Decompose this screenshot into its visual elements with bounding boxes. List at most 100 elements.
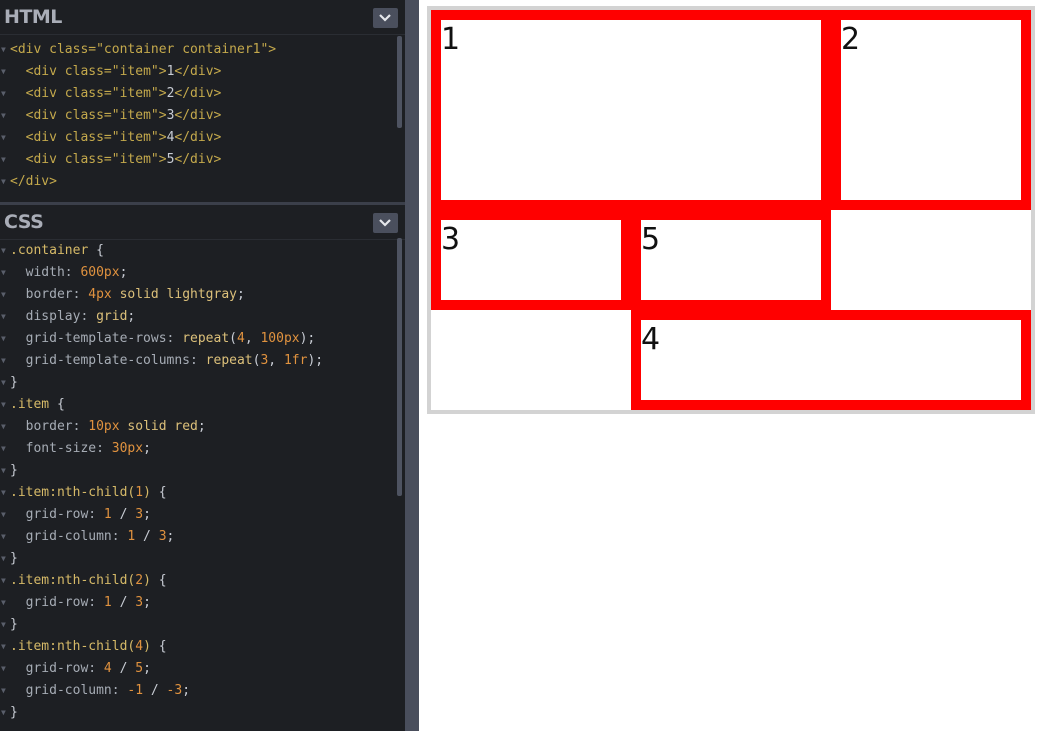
- code-token-prop: grid-row:: [10, 661, 104, 676]
- code-tag: </div>: [10, 174, 57, 189]
- fold-arrow-icon[interactable]: ▼: [1, 328, 6, 350]
- code-string: "container container1": [96, 42, 269, 57]
- fold-arrow-icon[interactable]: ▼: [1, 702, 6, 724]
- code-token-punc: }: [10, 463, 18, 478]
- code-token-sel: .item:nth-child(: [10, 573, 136, 588]
- css-code-line: ▼ .item {: [0, 394, 396, 416]
- fold-arrow-icon[interactable]: ▼: [1, 39, 6, 61]
- code-tag: <div: [25, 86, 57, 101]
- code-token-punc: {: [150, 485, 167, 500]
- css-editor-scrollbar[interactable]: [397, 238, 402, 496]
- fold-arrow-icon[interactable]: ▼: [1, 526, 6, 548]
- code-token-sel: ): [143, 573, 151, 588]
- css-code-line: ▼}: [0, 548, 396, 570]
- code-token-prop: width:: [10, 265, 81, 280]
- fold-arrow-icon[interactable]: ▼: [1, 306, 6, 328]
- code-token-punc: ;: [166, 529, 175, 544]
- fold-arrow-icon[interactable]: ▼: [1, 482, 6, 504]
- fold-arrow-icon[interactable]: ▼: [1, 149, 6, 171]
- code-token-punc: /: [143, 683, 167, 698]
- fold-arrow-icon[interactable]: ▼: [1, 636, 6, 658]
- code-token-punc: ;: [119, 265, 128, 280]
- css-code-line: ▼ .container {: [0, 240, 396, 262]
- html-editor-scrollbar[interactable]: [397, 36, 402, 128]
- code-token-sel: ): [143, 639, 151, 654]
- code-attribute: class=: [56, 130, 112, 145]
- code-token-num: -1: [127, 683, 144, 698]
- pane-resize-divider[interactable]: [405, 0, 419, 731]
- html-code-line: ▼ <div class="item">1</div>: [0, 61, 396, 83]
- css-code-line: ▼ border: 10px solid red;: [0, 416, 396, 438]
- code-token-punc: );: [299, 331, 316, 346]
- code-token-punc: }: [10, 617, 18, 632]
- code-tag: >: [158, 152, 167, 167]
- css-code-line: ▼ border: 4px solid lightgray;: [0, 284, 396, 306]
- grid-container: 1 2 3 4 5: [427, 6, 1035, 414]
- code-attribute: class=: [56, 152, 112, 167]
- fold-arrow-icon[interactable]: ▼: [1, 61, 6, 83]
- code-string: "item": [111, 130, 159, 145]
- fold-arrow-icon[interactable]: ▼: [1, 460, 6, 482]
- fold-arrow-icon[interactable]: ▼: [1, 570, 6, 592]
- code-editor-panel: HTML ▼ <div class="container container1">…: [0, 0, 405, 731]
- code-token-punc: }: [10, 375, 18, 390]
- fold-arrow-icon[interactable]: ▼: [1, 592, 6, 614]
- html-collapse-button[interactable]: [373, 8, 398, 28]
- html-pane-header: HTML: [0, 0, 405, 35]
- html-code-line: ▼ <div class="item">3</div>: [0, 105, 396, 127]
- code-tag: </div>: [174, 152, 222, 167]
- fold-arrow-icon[interactable]: ▼: [1, 504, 6, 526]
- code-token-sel: .item:nth-child(: [10, 639, 136, 654]
- code-tag: <div: [10, 42, 42, 57]
- code-token-punc: ;: [182, 683, 191, 698]
- code-attribute: class=: [41, 42, 97, 57]
- css-code-line: ▼ .item:nth-child(2) {: [0, 570, 396, 592]
- code-token-prop: grid-row:: [10, 595, 104, 610]
- code-token-punc: ;: [143, 507, 151, 522]
- fold-arrow-icon[interactable]: ▼: [1, 394, 6, 416]
- css-pane-header: CSS: [0, 202, 405, 240]
- fold-arrow-icon[interactable]: ▼: [1, 240, 6, 262]
- css-collapse-button[interactable]: [373, 213, 398, 233]
- code-token-kw: repeat: [205, 353, 253, 368]
- code-token-prop: grid-row:: [10, 507, 104, 522]
- code-string: "item": [111, 152, 159, 167]
- code-string: "item": [111, 86, 159, 101]
- fold-arrow-icon[interactable]: ▼: [1, 83, 6, 105]
- css-code-line: ▼ grid-row: 4 / 5;: [0, 658, 396, 680]
- fold-arrow-icon[interactable]: ▼: [1, 658, 6, 680]
- fold-arrow-icon[interactable]: ▼: [1, 284, 6, 306]
- css-code-line: ▼}: [0, 702, 396, 724]
- fold-arrow-icon[interactable]: ▼: [1, 171, 6, 193]
- grid-item-2: 2: [831, 10, 1031, 210]
- fold-arrow-icon[interactable]: ▼: [1, 350, 6, 372]
- css-code-editor[interactable]: ▼ .container {▼ width: 600px; ▼ border: 4p…: [0, 240, 396, 731]
- code-token-num: 4: [236, 331, 245, 346]
- html-code-editor[interactable]: ▼ <div class="container container1"> ▼ <di…: [0, 39, 396, 199]
- fold-arrow-icon[interactable]: ▼: [1, 614, 6, 636]
- fold-arrow-icon[interactable]: ▼: [1, 548, 6, 570]
- html-code-line: ▼ <div class="item">5</div>: [0, 149, 396, 171]
- fold-arrow-icon[interactable]: ▼: [1, 680, 6, 702]
- code-token-kw: solid red: [119, 419, 198, 434]
- html-pane-title: HTML: [4, 6, 62, 28]
- code-token-num: 4: [103, 661, 112, 676]
- fold-arrow-icon[interactable]: ▼: [1, 105, 6, 127]
- fold-arrow-icon[interactable]: ▼: [1, 438, 6, 460]
- fold-arrow-icon[interactable]: ▼: [1, 127, 6, 149]
- code-token-num: 3: [158, 529, 167, 544]
- grid-item-5: 5: [631, 210, 831, 310]
- code-token-num: 1: [103, 507, 112, 522]
- css-code-line: ▼ grid-row: 1 / 3;: [0, 504, 396, 526]
- fold-arrow-icon[interactable]: ▼: [1, 372, 6, 394]
- css-code-line: ▼ .item:nth-child(1) {: [0, 482, 396, 504]
- fold-arrow-icon[interactable]: ▼: [1, 416, 6, 438]
- grid-item-3: 3: [431, 210, 631, 310]
- code-tag: <div: [25, 152, 57, 167]
- code-token-punc: {: [49, 397, 65, 412]
- fold-arrow-icon[interactable]: ▼: [1, 262, 6, 284]
- code-token-kw: solid lightgray: [111, 287, 237, 302]
- code-tag: >: [268, 42, 277, 57]
- code-tag: >: [158, 130, 167, 145]
- css-code-line: ▼ width: 600px;: [0, 262, 396, 284]
